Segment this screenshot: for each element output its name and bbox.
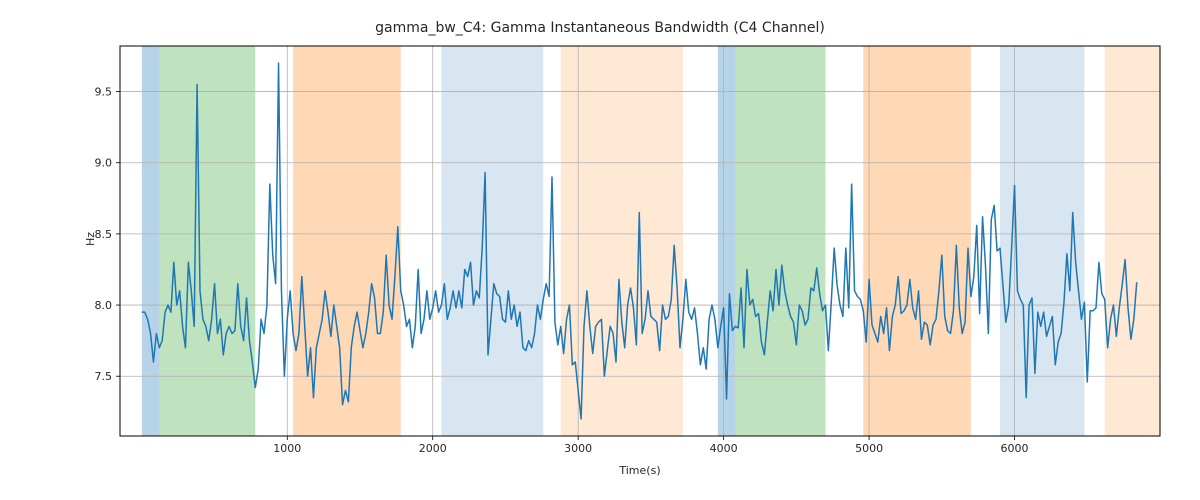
y-axis-label: Hz — [84, 232, 97, 246]
svg-text:5000: 5000 — [855, 442, 883, 455]
svg-text:6000: 6000 — [1001, 442, 1029, 455]
svg-text:4000: 4000 — [710, 442, 738, 455]
x-ticks: 1000 2000 3000 4000 5000 6000 — [273, 436, 1028, 455]
svg-text:1000: 1000 — [273, 442, 301, 455]
axes: 100020003000400050006000 7.58.08.59.09.5… — [120, 46, 1160, 436]
y-ticks: 7.5 8.0 8.5 9.0 9.5 — [95, 86, 121, 384]
svg-text:8.5: 8.5 — [95, 228, 113, 241]
svg-text:3000: 3000 — [564, 442, 592, 455]
plot-svg: 100020003000400050006000 7.58.08.59.09.5 — [120, 46, 1160, 436]
svg-text:2000: 2000 — [419, 442, 447, 455]
figure: gamma_bw_C4: Gamma Instantaneous Bandwid… — [0, 0, 1200, 500]
svg-text:9.5: 9.5 — [95, 86, 113, 99]
svg-text:8.0: 8.0 — [95, 299, 113, 312]
svg-text:7.5: 7.5 — [95, 370, 113, 383]
shaded-bands — [142, 46, 1160, 436]
x-axis-label: Time(s) — [120, 464, 1160, 477]
svg-text:9.0: 9.0 — [95, 157, 113, 170]
chart-title: gamma_bw_C4: Gamma Instantaneous Bandwid… — [0, 20, 1200, 36]
